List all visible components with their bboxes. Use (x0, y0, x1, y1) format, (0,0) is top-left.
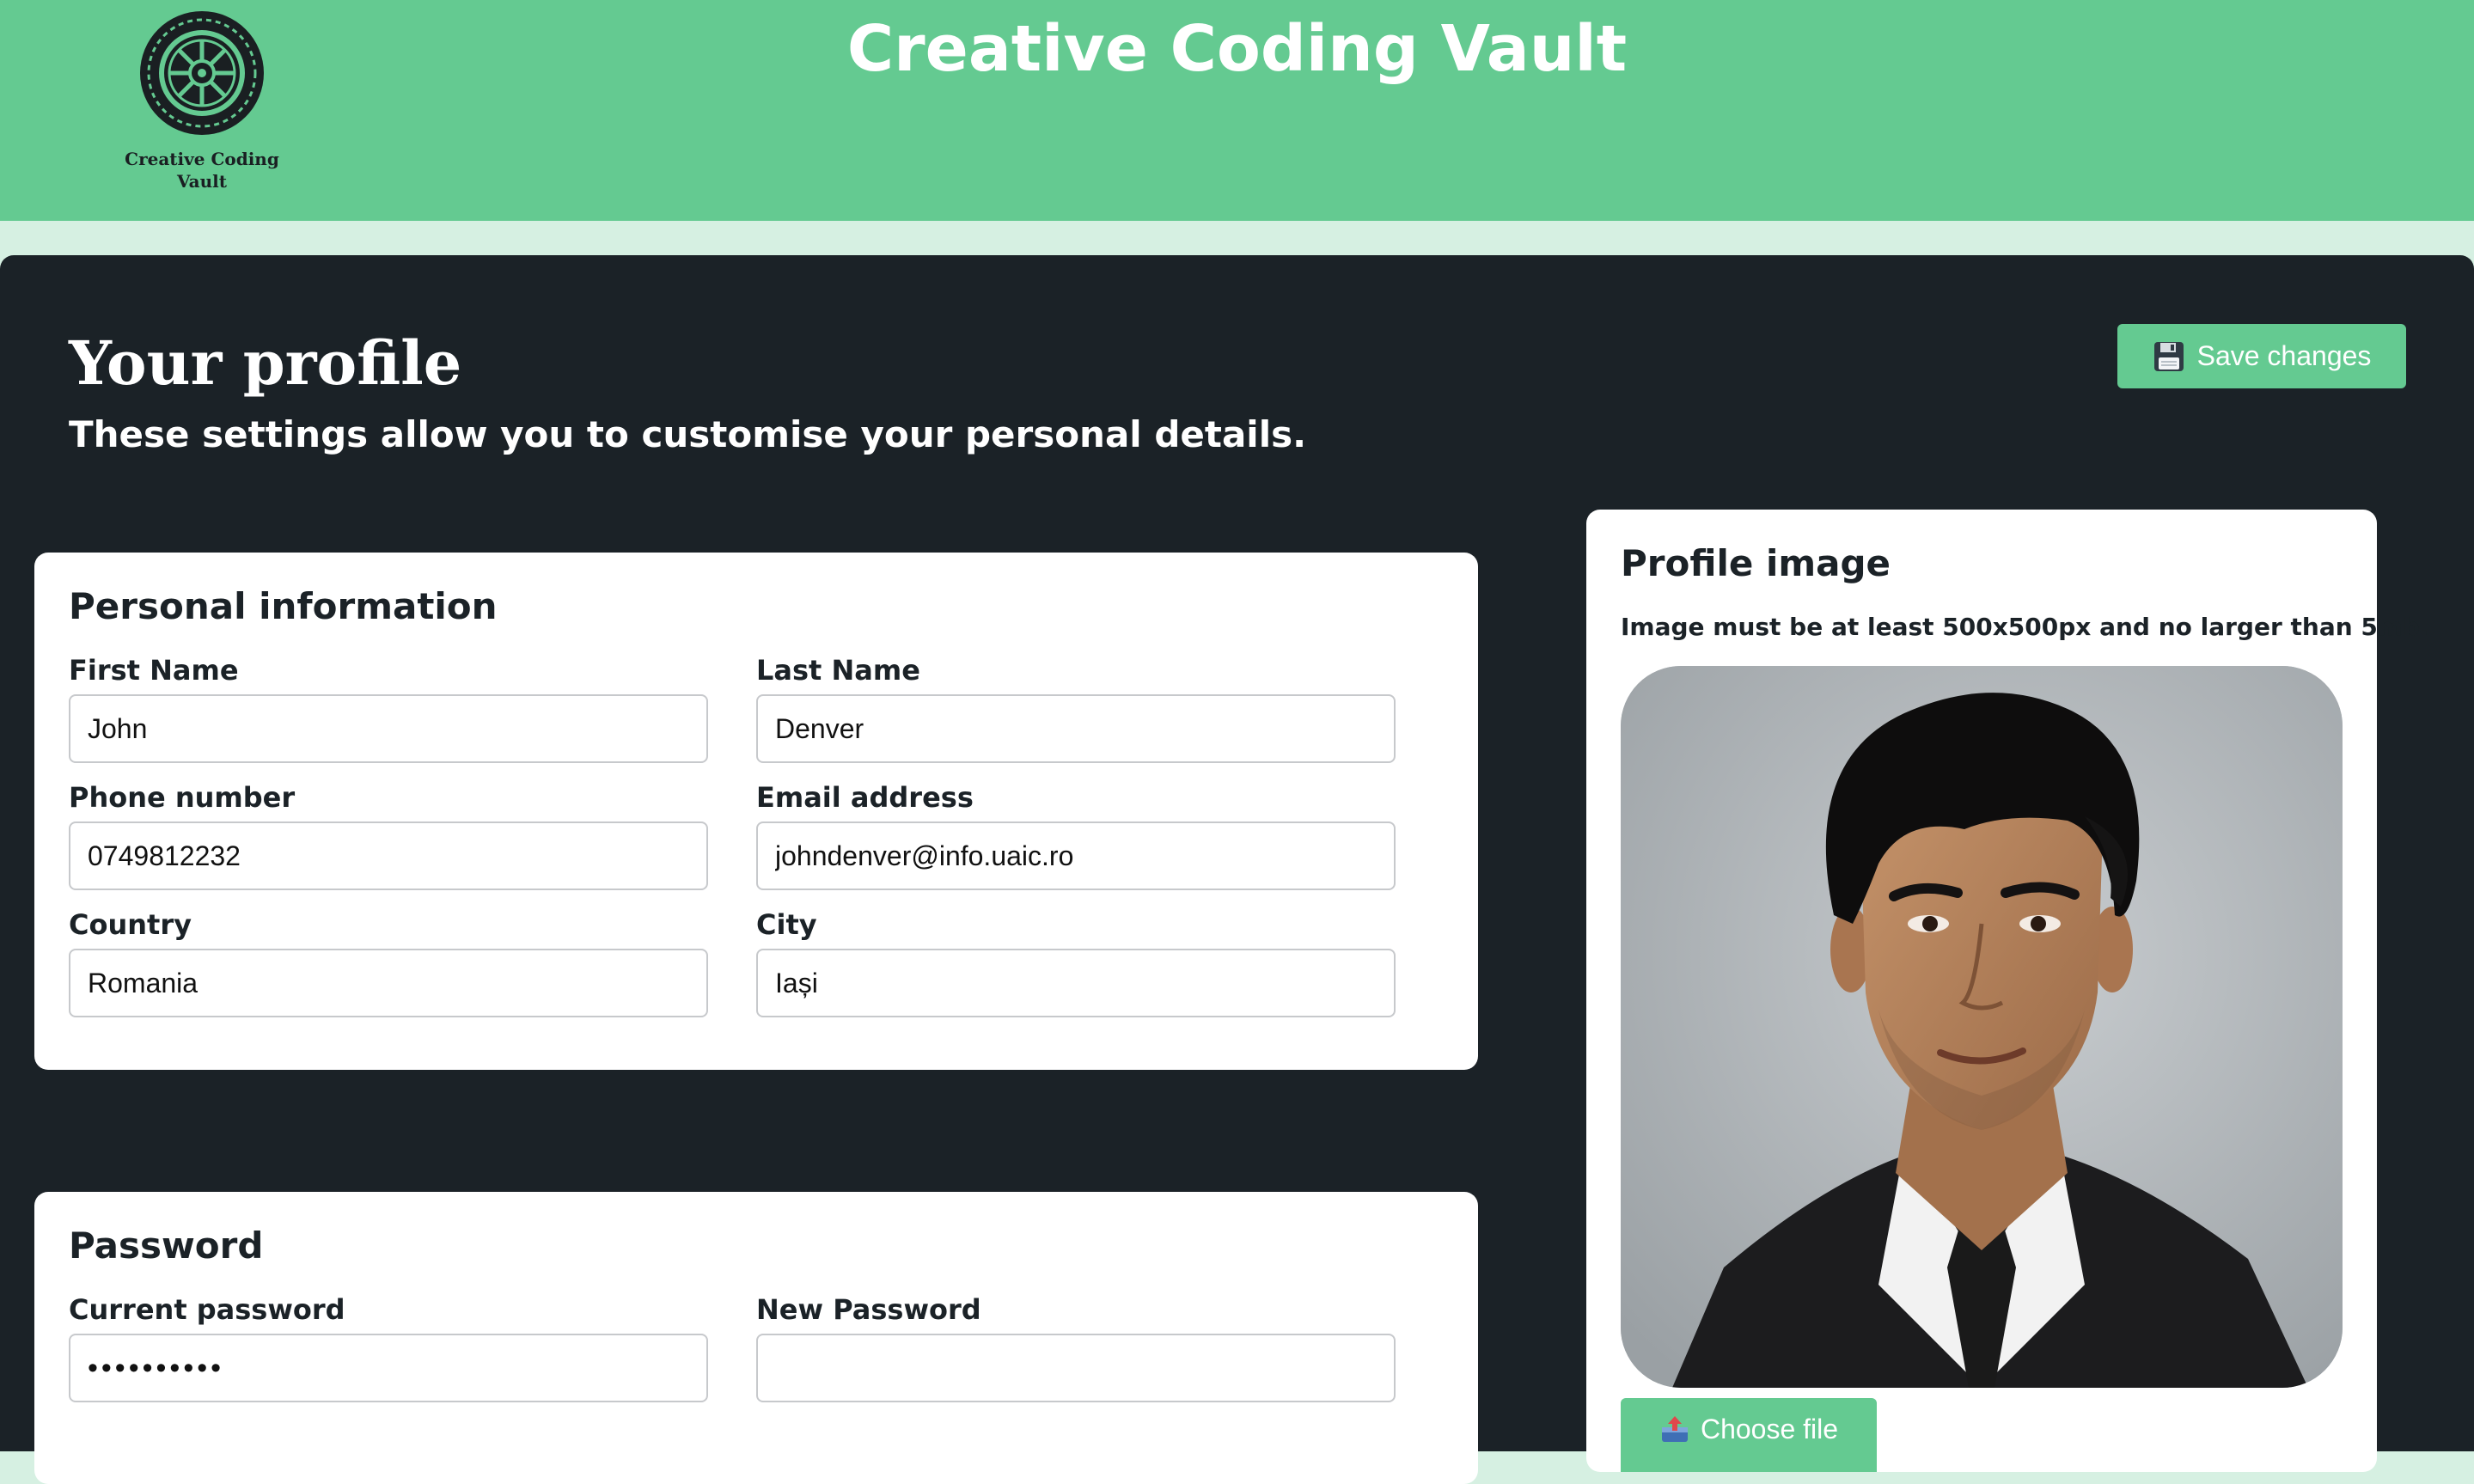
save-changes-label: Save changes (2196, 340, 2372, 371)
current-password-label: Current password (69, 1293, 345, 1326)
phone-number-input[interactable] (69, 821, 708, 890)
choose-file-label: Choose file (1700, 1414, 1839, 1444)
city-input[interactable] (756, 949, 1396, 1017)
first-name-label: First Name (69, 654, 239, 687)
last-name-input[interactable] (756, 694, 1396, 763)
password-title: Password (69, 1224, 264, 1267)
last-name-label: Last Name (756, 654, 920, 687)
logo-caption-line1: Creative Coding (125, 149, 279, 169)
page-subtitle: These settings allow you to customise yo… (69, 413, 1307, 455)
current-password-input[interactable] (69, 1334, 708, 1402)
password-card: Password Current password New Password (34, 1192, 1478, 1484)
new-password-label: New Password (756, 1293, 981, 1326)
new-password-input[interactable] (756, 1334, 1396, 1402)
city-label: City (756, 908, 817, 941)
profile-photo (1621, 666, 2343, 1388)
email-address-label: Email address (756, 781, 974, 814)
floppy-disk-icon (2153, 341, 2184, 371)
first-name-input[interactable] (69, 694, 708, 763)
personal-information-card: Personal information First Name Last Nam… (34, 553, 1478, 1070)
page-title: Your profile (69, 327, 462, 399)
country-label: Country (69, 908, 192, 941)
site-header: Creative Coding Vault Creative Coding Va… (0, 0, 2474, 221)
choose-file-button[interactable]: Choose file (1621, 1398, 1877, 1472)
upload-tray-icon (1661, 1416, 1688, 1442)
profile-photo-illustration (1621, 666, 2343, 1388)
personal-information-title: Personal information (69, 585, 498, 627)
profile-image-card: Profile image Image must be at least 500… (1586, 510, 2429, 1472)
country-input[interactable] (69, 949, 708, 1017)
email-address-input[interactable] (756, 821, 1396, 890)
phone-number-label: Phone number (69, 781, 296, 814)
profile-image-title: Profile image (1621, 542, 1891, 584)
logo-caption-line2: Vault (176, 171, 228, 192)
save-changes-button[interactable]: Save changes (2117, 324, 2406, 388)
profile-image-hint: Image must be at least 500x500px and no … (1621, 613, 2429, 641)
profile-panel: Your profile These settings allow you to… (0, 255, 2474, 1484)
site-title: Creative Coding Vault (846, 12, 1628, 86)
